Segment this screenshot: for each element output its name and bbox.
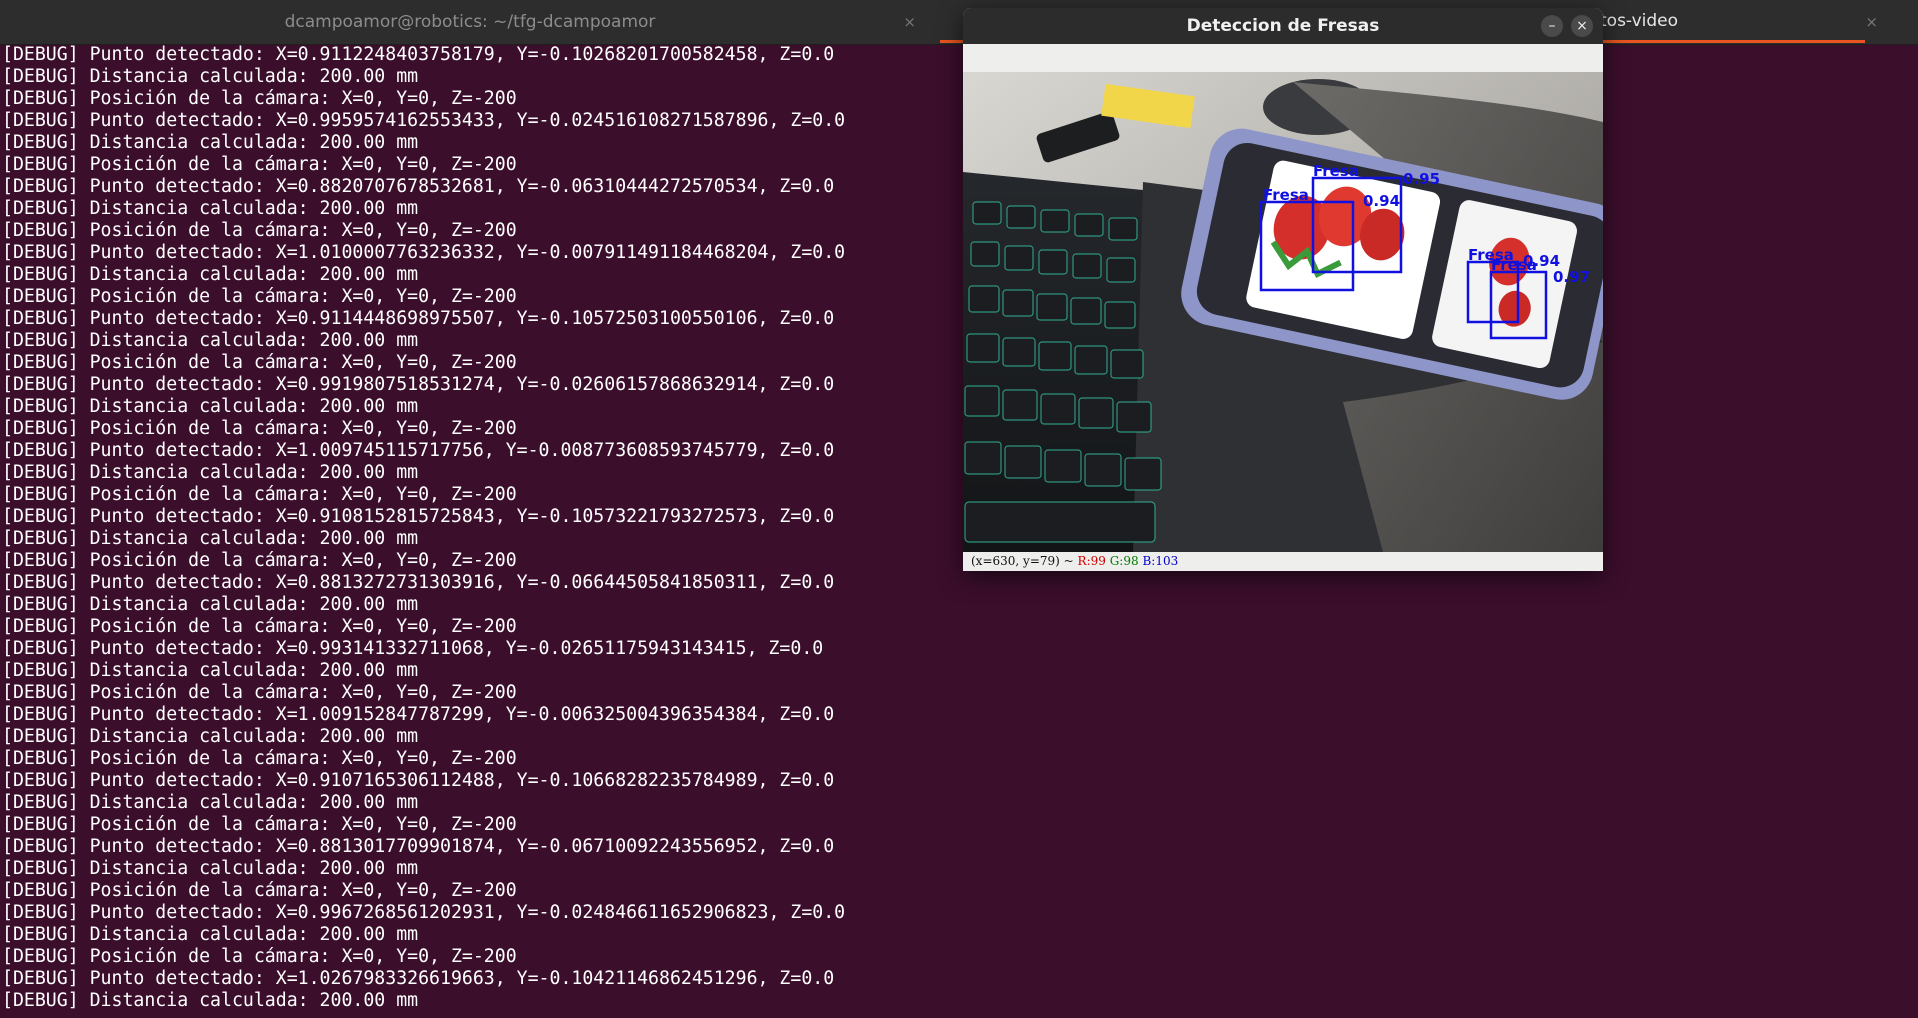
- status-blue: B:103: [1142, 554, 1179, 568]
- terminal-line: [DEBUG] Punto detectado: X=0.88132727313…: [2, 572, 835, 593]
- terminal-line: [DEBUG] Posición de la cámara: X=0, Y=0,…: [2, 550, 517, 571]
- terminal-line: [DEBUG] Posición de la cámara: X=0, Y=0,…: [2, 682, 517, 703]
- terminal-line: [DEBUG] Posición de la cámara: X=0, Y=0,…: [2, 286, 517, 307]
- status-red: R:99: [1077, 554, 1106, 568]
- terminal-line: [DEBUG] Posición de la cámara: X=0, Y=0,…: [2, 748, 517, 769]
- pixel-status-bar: (x=630, y=79) ~ R:99 G:98 B:103: [963, 552, 1603, 571]
- detection-label: Fresa: [1313, 162, 1359, 180]
- window-titlebar[interactable]: Deteccion de Fresas – ×: [963, 8, 1603, 44]
- terminal-line: [DEBUG] Punto detectado: X=0.99314133271…: [2, 638, 824, 659]
- detection-label: Fresa: [1263, 186, 1309, 204]
- terminal-line: [DEBUG] Punto detectado: X=1.00974511571…: [2, 440, 835, 461]
- terminal-line: [DEBUG] Distancia calculada: 200.00 mm: [2, 462, 419, 483]
- terminal-line: [DEBUG] Distancia calculada: 200.00 mm: [2, 990, 419, 1011]
- terminal-line: [DEBUG] Punto detectado: X=0.91081528157…: [2, 506, 835, 527]
- terminal-line: [DEBUG] Posición de la cámara: X=0, Y=0,…: [2, 616, 517, 637]
- terminal-line: [DEBUG] Posición de la cámara: X=0, Y=0,…: [2, 814, 517, 835]
- terminal-line: [DEBUG] Punto detectado: X=1.00915284778…: [2, 704, 835, 725]
- terminal-line: [DEBUG] Posición de la cámara: X=0, Y=0,…: [2, 88, 517, 109]
- terminal-line: [DEBUG] Punto detectado: X=0.99672685612…: [2, 902, 846, 923]
- terminal-line: [DEBUG] Distancia calculada: 200.00 mm: [2, 264, 419, 285]
- detection-score: 0.94: [1363, 192, 1400, 210]
- terminal-line: [DEBUG] Punto detectado: X=0.99595741625…: [2, 110, 846, 131]
- terminal-line: [DEBUG] Punto detectado: X=0.88207076785…: [2, 176, 835, 197]
- status-coords: (x=630, y=79) ~: [971, 554, 1074, 568]
- status-green: G:98: [1109, 554, 1139, 568]
- terminal-line: [DEBUG] Punto detectado: X=0.91071653061…: [2, 770, 835, 791]
- tab-label: tos-video: [1600, 11, 1679, 31]
- detection-score: 0.97: [1553, 268, 1590, 286]
- terminal-line: [DEBUG] Posición de la cámara: X=0, Y=0,…: [2, 880, 517, 901]
- terminal-line: [DEBUG] Distancia calculada: 200.00 mm: [2, 924, 419, 945]
- terminal-line: [DEBUG] Distancia calculada: 200.00 mm: [2, 66, 419, 87]
- close-icon[interactable]: ×: [1571, 15, 1593, 37]
- terminal-line: [DEBUG] Posición de la cámara: X=0, Y=0,…: [2, 154, 517, 175]
- terminal-line: [DEBUG] Punto detectado: X=0.91144486989…: [2, 308, 835, 329]
- terminal-line: [DEBUG] Punto detectado: X=0.88130177099…: [2, 836, 835, 857]
- camera-frame-svg: Fresa Fresa 0.94 0.95 Fresa Fresa 0.94 0…: [963, 72, 1603, 552]
- camera-frame[interactable]: Fresa Fresa 0.94 0.95 Fresa Fresa 0.94 0…: [963, 72, 1603, 552]
- terminal-line: [DEBUG] Distancia calculada: 200.00 mm: [2, 726, 419, 747]
- terminal-line: [DEBUG] Posición de la cámara: X=0, Y=0,…: [2, 418, 517, 439]
- detection-window[interactable]: Deteccion de Fresas – × Fresa Fresa 0.94…: [963, 8, 1603, 571]
- tab-terminal[interactable]: dcampoamor@robotics: ~/tfg-dcampoamor ×: [0, 0, 940, 44]
- terminal-line: [DEBUG] Posición de la cámara: X=0, Y=0,…: [2, 220, 517, 241]
- terminal-line: [DEBUG] Distancia calculada: 200.00 mm: [2, 858, 419, 879]
- terminal-line: [DEBUG] Punto detectado: X=1.01000077632…: [2, 242, 846, 263]
- terminal-line: [DEBUG] Distancia calculada: 200.00 mm: [2, 528, 419, 549]
- terminal-line: [DEBUG] Distancia calculada: 200.00 mm: [2, 132, 419, 153]
- terminal-output[interactable]: [DEBUG] Punto detectado: X=0.91122484037…: [0, 44, 1918, 1018]
- terminal-line: [DEBUG] Punto detectado: X=0.91122484037…: [2, 44, 835, 65]
- tab-close-icon[interactable]: ×: [1865, 13, 1878, 31]
- terminal-line: [DEBUG] Distancia calculada: 200.00 mm: [2, 330, 419, 351]
- terminal-line: [DEBUG] Posición de la cámara: X=0, Y=0,…: [2, 946, 517, 967]
- minimize-icon[interactable]: –: [1541, 15, 1563, 37]
- terminal-line: [DEBUG] Punto detectado: X=0.99198075185…: [2, 374, 835, 395]
- terminal-line: [DEBUG] Posición de la cámara: X=0, Y=0,…: [2, 352, 517, 373]
- terminal-line: [DEBUG] Distancia calculada: 200.00 mm: [2, 198, 419, 219]
- window-toolbar: [963, 44, 1603, 73]
- detection-score: 0.95: [1403, 170, 1440, 188]
- window-title: Deteccion de Fresas: [1186, 16, 1380, 36]
- terminal-line: [DEBUG] Posición de la cámara: X=0, Y=0,…: [2, 484, 517, 505]
- terminal-line: [DEBUG] Distancia calculada: 200.00 mm: [2, 792, 419, 813]
- terminal-line: [DEBUG] Distancia calculada: 200.00 mm: [2, 396, 419, 417]
- terminal-line: [DEBUG] Distancia calculada: 200.00 mm: [2, 594, 419, 615]
- tab-close-icon[interactable]: ×: [903, 13, 916, 31]
- terminal-line: [DEBUG] Distancia calculada: 200.00 mm: [2, 660, 419, 681]
- tab-label: dcampoamor@robotics: ~/tfg-dcampoamor: [284, 12, 656, 32]
- terminal-tab-bar: dcampoamor@robotics: ~/tfg-dcampoamor × …: [0, 0, 1918, 45]
- terminal-line: [DEBUG] Punto detectado: X=1.02679833266…: [2, 968, 835, 989]
